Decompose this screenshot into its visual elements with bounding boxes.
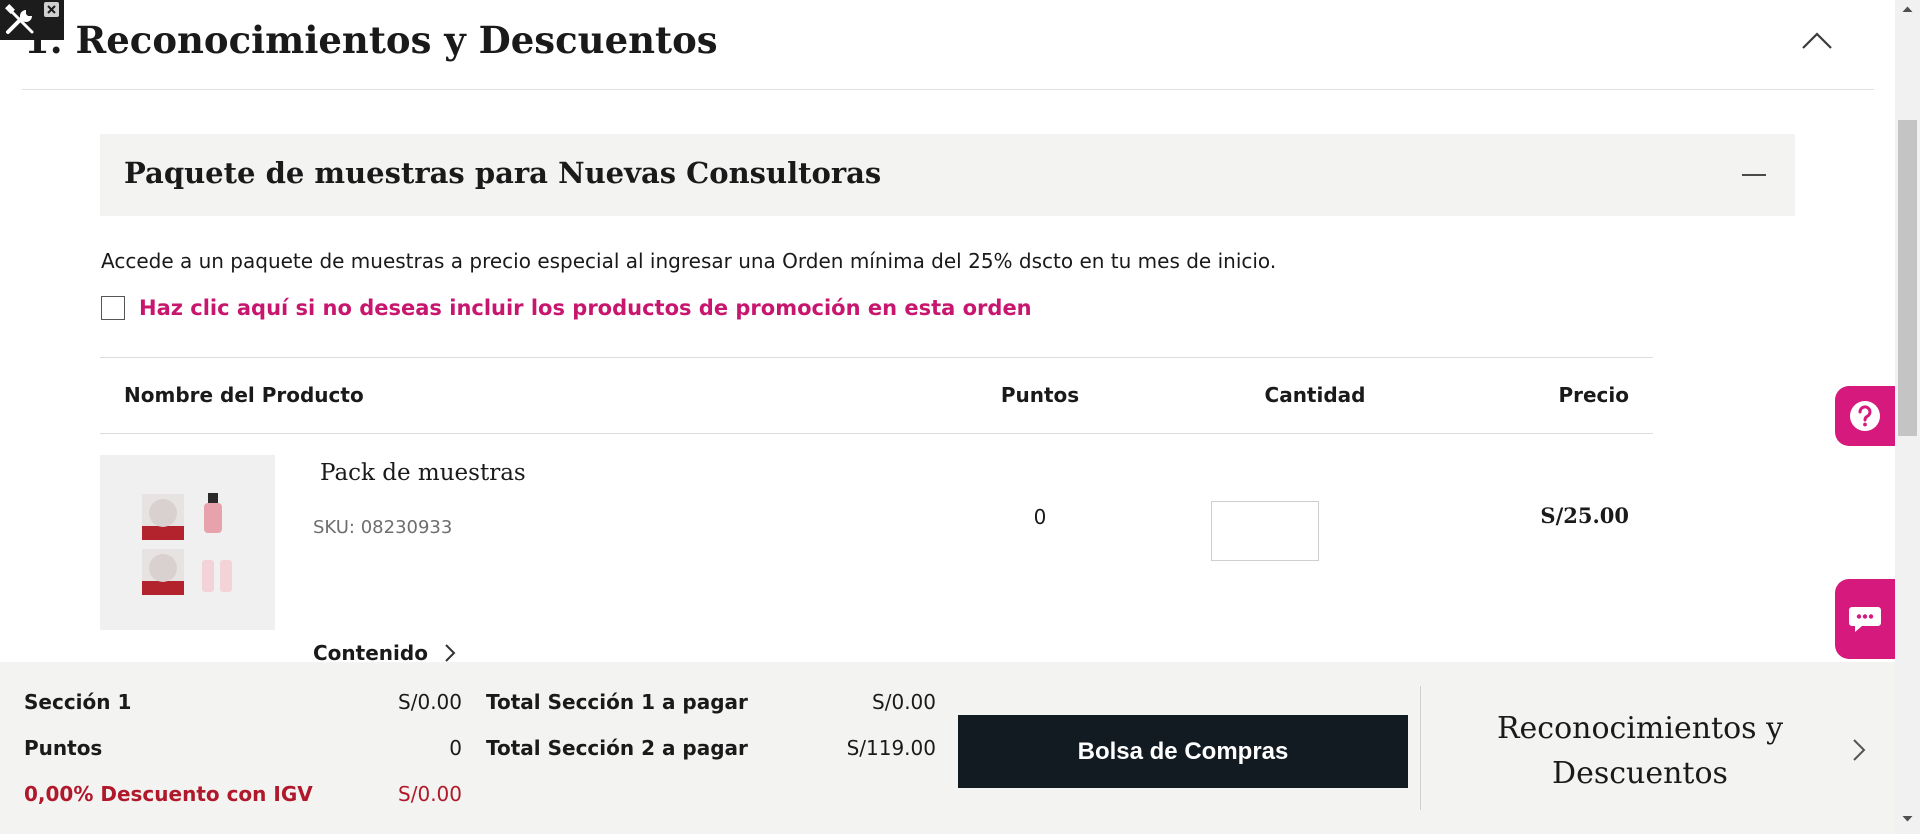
product-image [100, 455, 275, 630]
total-section1-value: S/0.00 [872, 690, 936, 714]
section1-label: Sección 1 [24, 690, 132, 714]
minus-icon[interactable] [1742, 174, 1766, 176]
product-points: 0 [1033, 505, 1047, 529]
column-header-points: Puntos [1000, 383, 1080, 407]
points-value: 0 [449, 736, 462, 760]
product-price: S/25.00 [1540, 503, 1629, 528]
opt-out-option[interactable]: Haz clic aquí si no deseas incluir los p… [101, 296, 1032, 320]
column-header-name: Nombre del Producto [124, 383, 364, 407]
discount-value: S/0.00 [398, 782, 462, 806]
chevron-right-icon[interactable] [444, 643, 456, 663]
table-row: Pack de muestras SKU: 08230933 0 S/25.00… [100, 455, 1653, 665]
total-section2-value: S/119.00 [846, 736, 936, 760]
close-icon[interactable] [44, 2, 59, 17]
dev-tools-widget[interactable] [0, 0, 64, 40]
chat-button[interactable] [1835, 579, 1895, 659]
opt-out-checkbox[interactable] [101, 296, 125, 320]
chevron-up-icon[interactable] [1800, 28, 1834, 52]
total-section2-label: Total Sección 2 a pagar [486, 736, 748, 760]
footer-divider [1420, 686, 1421, 810]
column-header-quantity: Cantidad [1264, 383, 1366, 407]
points-label: Puntos [24, 736, 103, 760]
help-button[interactable] [1835, 386, 1895, 446]
page-title: 1. Reconocimientos y Descuentos [24, 18, 718, 62]
quantity-input[interactable] [1211, 501, 1319, 561]
question-mark-icon [1850, 401, 1880, 431]
promo-title: Paquete de muestras para Nuevas Consulto… [124, 156, 882, 190]
total-section1-label: Total Sección 1 a pagar [486, 690, 748, 714]
next-step-label-line1[interactable]: Reconocimientos y [1470, 706, 1810, 751]
column-header-price: Precio [1558, 383, 1629, 407]
opt-out-label[interactable]: Haz clic aquí si no deseas incluir los p… [139, 296, 1032, 320]
product-sku: SKU: 08230933 [313, 517, 453, 538]
next-step-link[interactable]: Reconocimientos y Descuentos [1470, 706, 1810, 796]
scrollbar-thumb[interactable] [1898, 120, 1917, 436]
chevron-right-icon[interactable] [1852, 738, 1866, 762]
promo-panel-header[interactable]: Paquete de muestras para Nuevas Consulto… [100, 134, 1795, 216]
order-summary-bar: Sección 1 S/0.00 Puntos 0 0,00% Descuent… [0, 662, 1895, 834]
section1-value: S/0.00 [398, 690, 462, 714]
product-name: Pack de muestras [320, 460, 526, 486]
scroll-up-icon[interactable] [1902, 5, 1913, 13]
vertical-scrollbar[interactable] [1895, 0, 1920, 834]
discount-label: 0,00% Descuento con IGV [24, 782, 313, 806]
table-header: Nombre del Producto Puntos Cantidad Prec… [100, 357, 1653, 434]
products-table: Nombre del Producto Puntos Cantidad Prec… [100, 357, 1653, 434]
next-step-label-line2[interactable]: Descuentos [1470, 751, 1810, 796]
promo-description: Accede a un paquete de muestras a precio… [101, 249, 1277, 273]
shopping-bag-button[interactable]: Bolsa de Compras [958, 715, 1408, 788]
section-header: 1. Reconocimientos y Descuentos [22, 0, 1874, 90]
wrench-screwdriver-icon[interactable] [4, 4, 38, 36]
scroll-down-icon[interactable] [1902, 815, 1913, 823]
chat-bubble-icon [1849, 607, 1881, 632]
